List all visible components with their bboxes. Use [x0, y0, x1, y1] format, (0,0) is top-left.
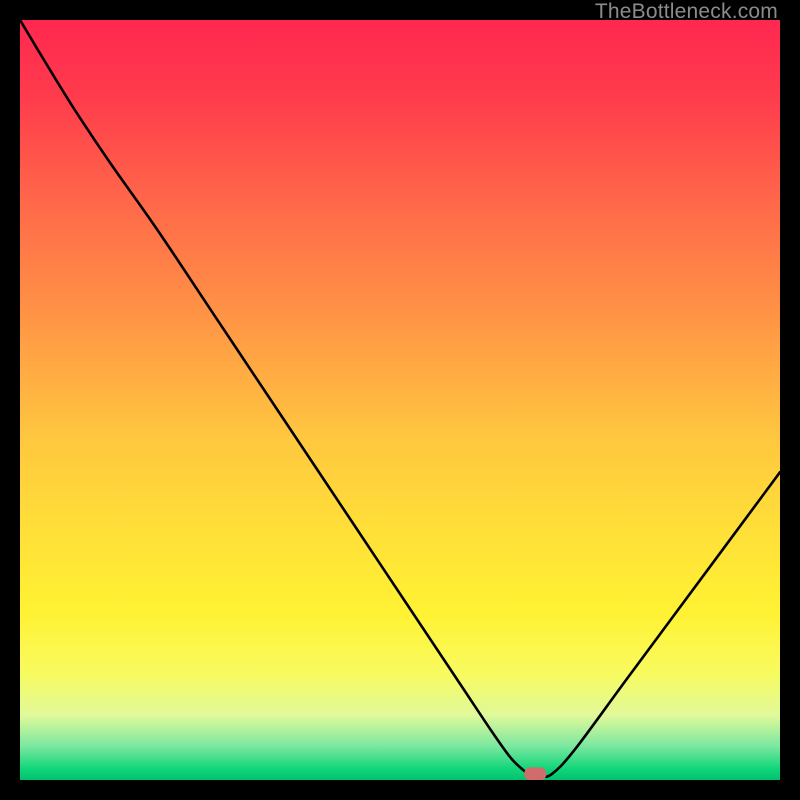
chart-frame — [20, 20, 780, 780]
chart-svg — [20, 20, 780, 780]
watermark-text: TheBottleneck.com — [595, 0, 778, 24]
optimum-marker — [524, 767, 546, 780]
gradient-background — [20, 20, 780, 780]
